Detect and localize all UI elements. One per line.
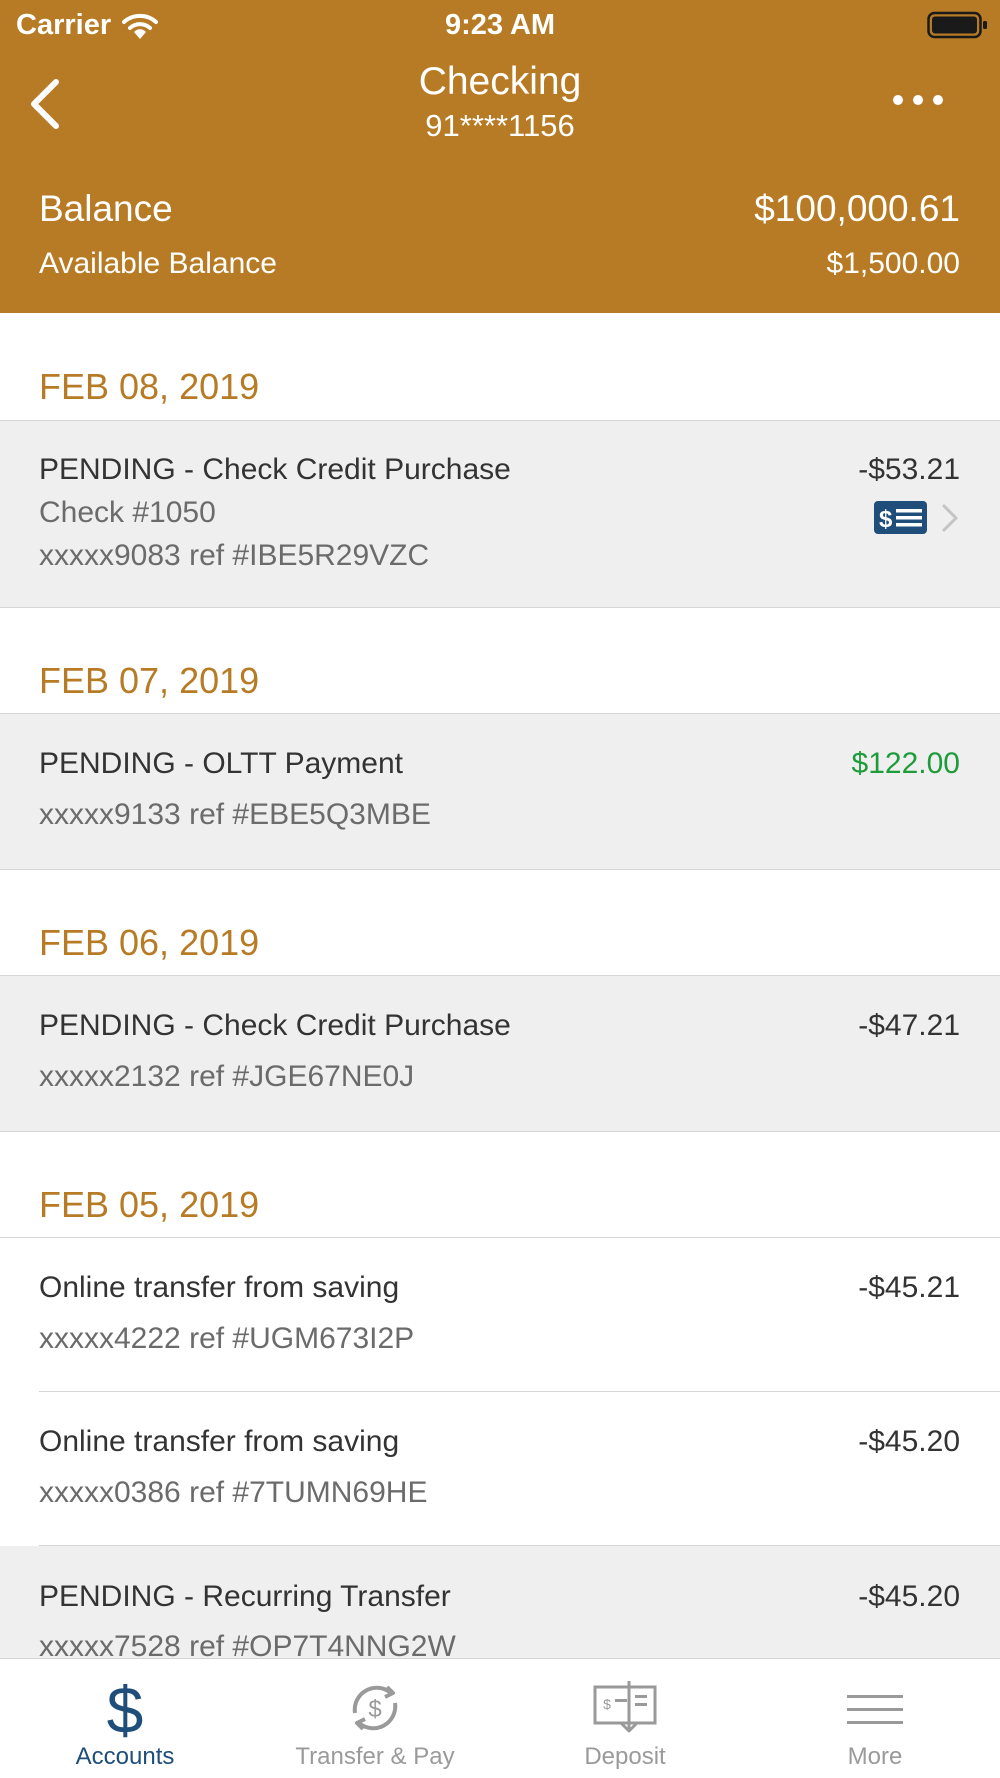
transaction-amount: -$47.21 (858, 1009, 960, 1042)
transaction-title: PENDING - OLTT Payment (39, 747, 403, 780)
transaction-amount: -$53.21 (858, 453, 960, 486)
transfer-pay-icon: $ (352, 1685, 398, 1731)
transaction-title: PENDING - Check Credit Purchase (39, 453, 511, 486)
tab-transfer-pay[interactable]: $ Transfer & Pay (250, 1659, 500, 1778)
transaction-amount: -$45.20 (858, 1580, 960, 1613)
check-deposit-icon: $ (593, 1681, 657, 1733)
more-options-button[interactable] (888, 88, 948, 112)
tab-more[interactable]: More (750, 1659, 1000, 1778)
svg-text:$: $ (107, 1673, 144, 1743)
tab-bar: $ Accounts $ Transfer & Pay $ Deposit Mo… (0, 1658, 1000, 1778)
tab-accounts[interactable]: $ Accounts (0, 1659, 250, 1778)
date-header: FEB 05, 2019 (39, 1184, 260, 1225)
tab-label: Deposit (584, 1743, 666, 1770)
balance-label: Balance (39, 188, 173, 229)
transaction-title: Online transfer from saving (39, 1271, 400, 1304)
account-number: 91****1156 (425, 108, 575, 143)
svg-text:$: $ (603, 1696, 611, 1712)
tab-label: More (847, 1743, 903, 1770)
transaction-reference: xxxxx4222 ref #UGM673I2P (39, 1322, 415, 1355)
page-title: Checking (418, 60, 582, 103)
status-bar: Carrier 9:23 AM (0, 0, 1000, 50)
check-image-icon[interactable]: $ (873, 500, 928, 535)
transaction-amount: -$45.21 (858, 1271, 960, 1304)
transaction-title: PENDING - Recurring Transfer (39, 1580, 451, 1613)
transaction-reference: xxxxx0386 ref #7TUMN69HE (39, 1476, 428, 1509)
battery-icon (927, 11, 987, 39)
menu-icon (847, 1695, 903, 1724)
date-header: FEB 08, 2019 (39, 366, 260, 407)
transaction-row[interactable] (0, 714, 1000, 869)
transaction-reference: xxxxx9083 ref #IBE5R29VZC (39, 539, 430, 572)
divider (0, 869, 1000, 870)
tab-label: Accounts (75, 1743, 175, 1770)
transaction-title: Online transfer from saving (39, 1425, 400, 1458)
svg-text:$: $ (368, 1696, 381, 1723)
transaction-row[interactable] (0, 976, 1000, 1131)
transaction-check-number: Check #1050 (39, 496, 216, 529)
transaction-row[interactable] (0, 1238, 1000, 1391)
date-header: FEB 06, 2019 (39, 922, 260, 963)
tab-label: Transfer & Pay (295, 1743, 455, 1770)
tab-deposit[interactable]: $ Deposit (500, 1659, 750, 1778)
chevron-right-icon[interactable] (940, 503, 960, 533)
transaction-row[interactable] (0, 1392, 1000, 1545)
available-balance-value: $1,500.00 (826, 247, 960, 280)
svg-text:$: $ (879, 506, 893, 533)
divider (0, 1131, 1000, 1132)
status-time: 9:23 AM (444, 9, 556, 41)
date-header: FEB 07, 2019 (39, 660, 260, 701)
transaction-amount: $122.00 (851, 747, 960, 780)
available-balance-label: Available Balance (39, 247, 277, 280)
dollar-icon: $ (107, 1673, 144, 1743)
account-header: Carrier 9:23 AM Checking 91****1156 Bala… (0, 0, 1000, 313)
transaction-amount: -$45.20 (858, 1425, 960, 1458)
transaction-reference: xxxxx9133 ref #EBE5Q3MBE (39, 798, 431, 831)
balance-value: $100,000.61 (754, 188, 960, 229)
divider (0, 607, 1000, 608)
transaction-title: PENDING - Check Credit Purchase (39, 1009, 511, 1042)
transaction-reference: xxxxx2132 ref #JGE67NE0J (39, 1060, 415, 1093)
